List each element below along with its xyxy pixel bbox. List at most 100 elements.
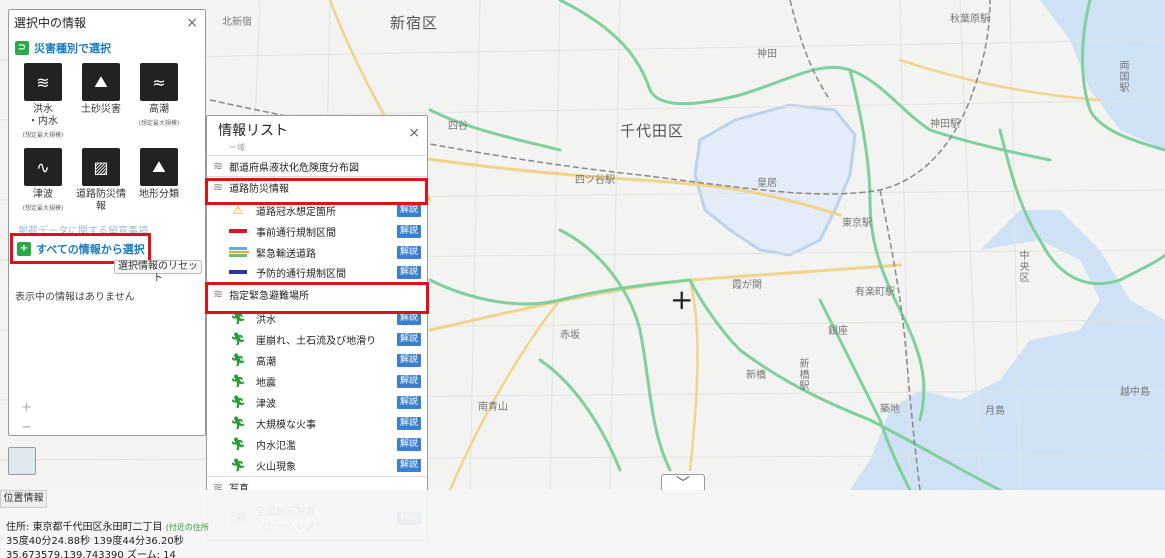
- item-label: 火山現象: [256, 461, 296, 473]
- map-place-label: 新橋: [746, 370, 766, 381]
- multi-line-icon: [229, 245, 249, 259]
- map-place-label: 四ツ谷駅: [575, 175, 615, 186]
- info-list-item[interactable]: 🏃︎ 崖崩れ、土石流及び地滑り 解説: [207, 330, 427, 348]
- item-label: 内水氾濫: [256, 440, 296, 452]
- hazard-storm-surge[interactable]: ≈ 高潮 (想定最大規模): [130, 63, 188, 148]
- no-info-message: 表示中の情報はありません: [15, 292, 135, 303]
- explain-button[interactable]: 解説: [397, 311, 421, 325]
- plus-icon: +: [17, 241, 31, 256]
- info-list-item[interactable]: 🏃︎ 津波 解説: [207, 393, 427, 411]
- map-place-label: 新橋駅: [797, 358, 808, 391]
- item-label: 事前通行規制区間: [256, 227, 336, 239]
- map-place-label: 築地: [880, 404, 900, 415]
- map-place-label: 秋葉原駅: [950, 14, 990, 25]
- hazard-sublabel: (想定最大規模): [138, 120, 180, 127]
- explain-button[interactable]: 解説: [397, 245, 421, 259]
- landform-icon: ⛰: [140, 148, 178, 186]
- panel-title: 選択中の情報: [14, 16, 87, 30]
- hazard-label: 土砂災害: [81, 104, 121, 115]
- category-icon: ⊃: [15, 41, 29, 55]
- explain-button[interactable]: 解説: [397, 395, 421, 409]
- info-list-item[interactable]: 🏃︎ 高潮 解説: [207, 351, 427, 369]
- map-place-label: 有楽町駅: [855, 287, 895, 298]
- item-label: 大規模な火事: [256, 419, 316, 431]
- map-place-label: 神田: [757, 49, 777, 60]
- warning-icon: ⚠: [232, 203, 244, 217]
- category-header[interactable]: ≋ 指定緊急避難場所: [207, 283, 427, 304]
- dms-coords: 35度40分24.88秒 139度44分36.20秒: [6, 536, 184, 547]
- map-place-label: 皇居: [757, 178, 777, 189]
- evac-icon: 🏃︎: [230, 374, 246, 388]
- road-disaster-icon: ▨: [82, 148, 120, 186]
- flood-icon: ≋: [24, 63, 62, 101]
- map-center-crosshair: +: [670, 283, 694, 316]
- hazard-landslide[interactable]: ⛰ 土砂災害: [72, 63, 130, 148]
- explain-button[interactable]: 解説: [397, 437, 421, 451]
- map-place-label: 越中島: [1120, 387, 1150, 398]
- info-list-item[interactable]: 予防的通行規制区間 解説: [207, 263, 427, 281]
- explain-button[interactable]: 解説: [397, 458, 421, 472]
- evac-icon: 🏃︎: [230, 353, 246, 367]
- layer-thumbnail-button[interactable]: [8, 447, 36, 475]
- zoom-in-button[interactable]: +: [21, 400, 32, 415]
- map-place-label: 神田駅: [930, 119, 960, 130]
- explain-button[interactable]: 解説: [397, 332, 421, 346]
- hazard-tsunami[interactable]: ∿ 津波 (想定最大規模): [14, 148, 72, 233]
- layers-icon: ≋: [213, 287, 224, 301]
- storm-surge-icon: ≈: [140, 63, 178, 101]
- explain-button[interactable]: 解説: [397, 416, 421, 430]
- hazard-sublabel: (想定最大規模): [22, 205, 64, 212]
- selected-info-panel: 選択中の情報 × ⊃ 災害種別で選択 ≋ 洪水 ・内水 (想定最大規模) ⛰ 土砂災害 ≈ 高…: [8, 9, 206, 436]
- address-note: (付近の住所: [165, 523, 209, 532]
- item-label: 崖崩れ、土石流及び地滑り: [256, 335, 377, 347]
- address-line: 住所: 東京都千代田区永田町二丁目 (付近の住所: [6, 518, 209, 533]
- hazard-label: 地形分類: [139, 189, 179, 200]
- evac-icon: 🏃︎: [230, 332, 246, 346]
- map-place-label: 千代田区: [620, 122, 685, 140]
- close-button[interactable]: ×: [408, 118, 420, 148]
- map-place-label: 四谷: [448, 121, 468, 132]
- zoom-out-button[interactable]: −: [21, 420, 32, 435]
- info-list-item[interactable]: 🏃︎ 洪水 解説: [207, 309, 427, 327]
- hazard-road-disaster[interactable]: ▨ 道路防災情報: [72, 148, 130, 233]
- map-place-label: 両国駅: [1117, 60, 1128, 93]
- red-line-icon: [229, 224, 247, 238]
- info-list-item[interactable]: 🏃︎ 大規模な火事 解説: [207, 414, 427, 432]
- evac-icon: 🏃︎: [230, 395, 246, 409]
- info-list-panel: 情報リスト × ー域 ≋ 都道府県液状化危険度分布図 ≋ 道路防災情報 ⚠ 道路冠水想定箇…: [206, 115, 428, 541]
- info-list-item[interactable]: 🏃︎ 地震 解説: [207, 372, 427, 390]
- explain-button[interactable]: 解説: [397, 203, 421, 217]
- category-header[interactable]: ≋ 都道府県液状化危険度分布図: [207, 155, 427, 176]
- hazard-landform[interactable]: ⛰ 地形分類: [130, 148, 188, 233]
- map-place-label: 東京駅: [842, 218, 872, 229]
- info-list-item[interactable]: ⚠ 道路冠水想定箇所 解説: [207, 201, 427, 219]
- close-button[interactable]: ×: [186, 10, 198, 36]
- info-list-item[interactable]: 🏃︎ 火山現象 解説: [207, 456, 427, 474]
- category-header[interactable]: ≋ 道路防災情報: [207, 176, 427, 197]
- info-list-item[interactable]: 事前通行規制区間 解説: [207, 222, 427, 240]
- explain-button[interactable]: 解説: [397, 265, 421, 279]
- select-by-disaster-type[interactable]: ⊃ 災害種別で選択: [15, 40, 205, 56]
- reset-selection-button[interactable]: 選択情報のリセット: [114, 260, 202, 284]
- zoom-label: ズーム:: [126, 550, 160, 558]
- hazard-flood[interactable]: ≋ 洪水 ・内水 (想定最大規模): [14, 63, 72, 148]
- explain-button[interactable]: 解説: [397, 374, 421, 388]
- map-place-label: 新宿区: [390, 14, 439, 32]
- tab-location-info[interactable]: 位置情報: [0, 490, 47, 508]
- landslide-icon: ⛰: [82, 63, 120, 101]
- map-place-label: 赤坂: [560, 330, 580, 341]
- info-list-item[interactable]: 🏃︎ 内水氾濫 解説: [207, 435, 427, 453]
- hazard-label: 高潮: [149, 104, 169, 115]
- layers-icon: ≋: [213, 159, 224, 173]
- evac-icon: 🏃︎: [230, 458, 246, 472]
- item-label: 道路冠水想定箇所: [256, 206, 336, 218]
- partial-row: ー域: [229, 143, 245, 152]
- item-label: 予防的通行規制区間: [256, 268, 346, 280]
- item-label: 津波: [256, 398, 276, 410]
- explain-button[interactable]: 解説: [397, 224, 421, 238]
- explain-button[interactable]: 解説: [397, 353, 421, 367]
- info-list-item[interactable]: 緊急輸送道路 解説: [207, 243, 427, 261]
- map-place-label: 中央区: [1017, 250, 1028, 283]
- category-label: 都道府県液状化危険度分布図: [229, 162, 360, 174]
- evac-icon: 🏃︎: [230, 416, 246, 430]
